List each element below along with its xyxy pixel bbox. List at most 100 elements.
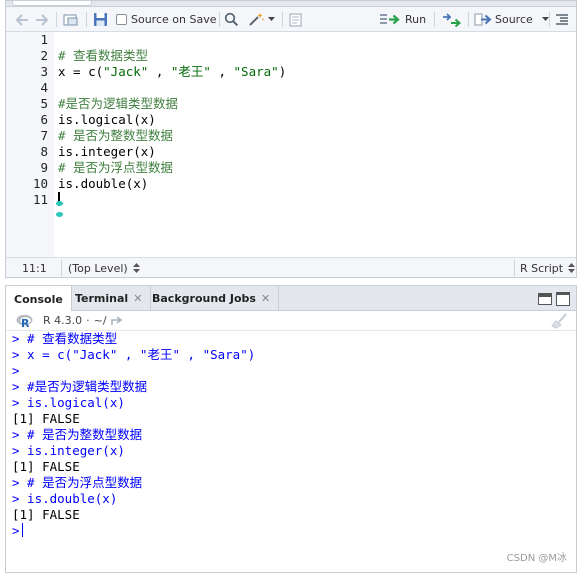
code-line: is.logical(x) xyxy=(58,112,286,128)
file-type-selector[interactable]: R Script xyxy=(520,261,576,275)
updown-chevron-icon xyxy=(132,263,140,273)
source-on-save-toggle[interactable]: Source on Save xyxy=(116,11,216,28)
tab-background-jobs-label: Background Jobs xyxy=(152,292,256,305)
console-input-line: > # 查看数据类型 xyxy=(12,331,255,347)
magic-wand-icon[interactable] xyxy=(248,11,266,28)
source-label: Source xyxy=(495,13,533,26)
tab-terminal-label: Terminal xyxy=(75,292,129,305)
search-icon[interactable] xyxy=(224,11,239,28)
console-input-line: > is.integer(x) xyxy=(12,443,255,459)
line-number: 9 xyxy=(40,160,48,175)
console-input-line: > xyxy=(12,363,255,379)
console-input-line: > is.double(x) xyxy=(12,491,255,507)
string-literal: "Sara" xyxy=(233,64,279,79)
editor-toolbar: Source on Save Run Source xyxy=(6,7,576,32)
code-text: is.double(x) xyxy=(58,176,149,191)
editor-statusbar: 11:1 (Top Level) R Script xyxy=(6,257,576,277)
line-number: 8 xyxy=(40,144,48,159)
updown-chevron-icon xyxy=(568,263,576,273)
console-line-text: > x = c("Jack" , "老王" , "Sara") xyxy=(12,347,256,362)
cursor-marker xyxy=(56,201,63,206)
console-line-text: [1] FALSE xyxy=(12,459,80,474)
file-tab[interactable] xyxy=(12,1,92,6)
line-number: 5 xyxy=(40,96,48,111)
source-on-save-label: Source on Save xyxy=(131,13,217,26)
line-number: 11 xyxy=(32,192,48,207)
line-number: 3 xyxy=(40,64,48,79)
code-comment: # 是否为整数型数据 xyxy=(58,128,174,143)
console-line-text: > # 是否为浮点型数据 xyxy=(12,475,143,490)
close-icon[interactable]: ✕ xyxy=(261,292,270,305)
run-button[interactable]: Run xyxy=(380,11,426,28)
line-number: 10 xyxy=(32,176,48,191)
code-token: ) xyxy=(278,64,287,79)
outline-icon[interactable] xyxy=(555,11,569,28)
line-number: 1 xyxy=(40,32,48,47)
line-numbers: 1 2 3 4 5 6 7 8 9 10 11 xyxy=(33,32,48,208)
code-text: is.integer(x) xyxy=(58,144,156,159)
working-directory[interactable]: ~/ xyxy=(94,314,107,327)
code-comment: # 查看数据类型 xyxy=(58,48,149,63)
console-input-line: > # 是否为整数型数据 xyxy=(12,427,255,443)
show-in-window-icon[interactable] xyxy=(63,11,79,28)
console-line-text: > xyxy=(12,363,20,378)
rerun-icon[interactable] xyxy=(442,11,462,28)
maximize-pane-icon[interactable] xyxy=(556,292,570,306)
code-text: is.logical(x) xyxy=(58,112,156,127)
code-line: is.integer(x) xyxy=(58,144,286,160)
compile-report-icon[interactable] xyxy=(289,11,302,28)
console-input-line: > #是否为逻辑类型数据 xyxy=(12,379,255,395)
code-line: # 查看数据类型 xyxy=(58,48,286,64)
console-line-text: > #是否为逻辑类型数据 xyxy=(12,379,148,394)
console-output-line: [1] FALSE xyxy=(12,459,255,475)
clear-console-icon[interactable] xyxy=(550,313,568,329)
back-arrow-icon[interactable] xyxy=(14,11,30,28)
tab-terminal[interactable]: Terminal ✕ xyxy=(67,286,152,311)
minimize-pane-icon[interactable] xyxy=(538,293,552,305)
console-output[interactable]: > # 查看数据类型 > x = c("Jack" , "老王" , "Sara"… xyxy=(12,331,255,539)
string-literal: "老王" xyxy=(170,64,211,79)
code-token: , xyxy=(148,64,171,79)
console-input-line: > is.logical(x) xyxy=(12,395,255,411)
source-on-save-checkbox[interactable] xyxy=(116,14,127,25)
go-to-directory-icon[interactable] xyxy=(110,315,124,326)
code-comment: # 是否为浮点型数据 xyxy=(58,160,174,175)
tab-console[interactable]: Console xyxy=(6,286,72,312)
code-line: is.double(x) xyxy=(58,176,286,192)
console-cursor xyxy=(21,523,23,537)
code-token: , xyxy=(210,64,234,79)
code-editor[interactable]: # 查看数据类型 x = c("Jack" , "老王" , "Sara") #是否… xyxy=(58,32,286,208)
console-input-line: > xyxy=(12,523,255,539)
wand-dropdown-icon[interactable] xyxy=(268,11,275,28)
console-line-text: > # 是否为整数型数据 xyxy=(12,427,143,442)
code-token: x = c( xyxy=(58,64,104,79)
console-line-text: > # 查看数据类型 xyxy=(12,331,118,346)
forward-arrow-icon[interactable] xyxy=(34,11,50,28)
source-editor-pane: Source on Save Run Source 1 2 3 4 5 6 7 … xyxy=(5,0,577,278)
line-number: 6 xyxy=(40,112,48,127)
save-icon[interactable] xyxy=(93,11,108,28)
console-line-text: > is.double(x) xyxy=(12,491,118,506)
string-literal: "Jack" xyxy=(103,64,149,79)
console-input-line: > x = c("Jack" , "老王" , "Sara") xyxy=(12,347,255,363)
tab-background-jobs[interactable]: Background Jobs ✕ xyxy=(144,286,280,311)
console-output-line: [1] FALSE xyxy=(12,507,255,523)
code-line: # 是否为浮点型数据 xyxy=(58,160,286,176)
path-separator: · xyxy=(86,314,90,327)
close-icon[interactable]: ✕ xyxy=(133,292,142,305)
code-comment: #是否为逻辑类型数据 xyxy=(58,96,179,111)
console-subheader: R R 4.3.0 · ~/ xyxy=(6,311,576,331)
pane-controls xyxy=(538,292,570,306)
cursor-position: 11:1 xyxy=(22,261,47,275)
svg-text:R: R xyxy=(21,317,30,328)
scope-selector[interactable]: (Top Level) xyxy=(68,261,140,275)
source-dropdown-icon[interactable] xyxy=(541,17,549,22)
code-line: x = c("Jack" , "老王" , "Sara") xyxy=(58,64,286,80)
console-line-text: [1] FALSE xyxy=(12,411,80,426)
line-number-gutter: 1 2 3 4 5 6 7 8 9 10 11 xyxy=(6,32,54,259)
source-button[interactable]: Source xyxy=(474,11,549,28)
console-line-text: [1] FALSE xyxy=(12,507,80,522)
scope-label: (Top Level) xyxy=(68,261,128,275)
